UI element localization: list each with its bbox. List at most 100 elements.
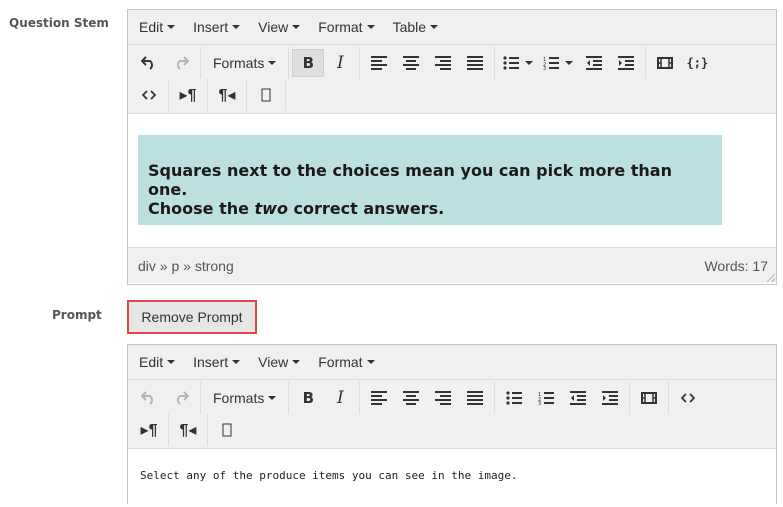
- align-left-icon: [371, 56, 388, 70]
- prompt-text: Select any of the produce items you can …: [140, 469, 518, 482]
- justify-icon: [467, 56, 484, 70]
- resize-handle[interactable]: [767, 274, 775, 282]
- align-right-icon: [435, 56, 452, 70]
- menu-insert[interactable]: Insert: [184, 15, 249, 39]
- justify-button[interactable]: [459, 49, 491, 77]
- question-stem-editor: Edit Insert View Format Table Formats B …: [127, 9, 777, 285]
- film-icon: [641, 392, 658, 404]
- formats-dropdown[interactable]: Formats: [204, 49, 285, 77]
- ltr-paragraph-icon: ▸¶: [140, 422, 158, 439]
- media-button[interactable]: [649, 49, 681, 77]
- align-left-button[interactable]: [363, 384, 395, 412]
- menu-format[interactable]: Format: [309, 350, 383, 374]
- content-area[interactable]: Squares next to the choices mean you can…: [128, 113, 776, 247]
- italic-button[interactable]: I: [324, 49, 356, 77]
- caret-down-icon: [565, 61, 574, 65]
- special-char-button[interactable]: [250, 81, 282, 109]
- caret-down-icon: [268, 61, 277, 65]
- align-right-button[interactable]: [427, 384, 459, 412]
- undo-icon: [141, 391, 153, 405]
- placeholder-box-icon: [261, 88, 271, 102]
- bullet-list-icon: [506, 391, 523, 405]
- menu-view-label: View: [258, 354, 289, 370]
- align-center-icon: [403, 391, 420, 405]
- bold-button[interactable]: B: [292, 384, 324, 412]
- menu-edit[interactable]: Edit: [130, 15, 184, 39]
- bullet-list-button[interactable]: [498, 49, 538, 77]
- caret-down-icon: [292, 360, 301, 364]
- bold-button[interactable]: B: [292, 49, 325, 77]
- caret-down-icon: [525, 61, 534, 65]
- align-right-icon: [435, 391, 452, 405]
- menu-insert[interactable]: Insert: [184, 350, 249, 374]
- callout-text-after: correct answers.: [287, 199, 445, 218]
- menu-view[interactable]: View: [249, 350, 309, 374]
- ltr-button[interactable]: ▸¶: [133, 416, 165, 444]
- caret-down-icon: [268, 396, 277, 400]
- menu-table[interactable]: Table: [384, 15, 447, 39]
- source-code-button[interactable]: [672, 384, 704, 412]
- formats-label: Formats: [213, 390, 265, 406]
- menu-format[interactable]: Format: [309, 15, 383, 39]
- rtl-paragraph-icon: ¶◂: [179, 422, 197, 439]
- numbered-list-button[interactable]: 123: [530, 384, 562, 412]
- align-left-button[interactable]: [363, 49, 395, 77]
- indent-icon: [618, 56, 635, 70]
- caret-down-icon: [292, 25, 301, 29]
- menu-edit-label: Edit: [139, 19, 164, 35]
- code-icon: [681, 393, 696, 403]
- align-left-icon: [371, 391, 388, 405]
- menu-format-label: Format: [318, 19, 363, 35]
- caret-down-icon: [430, 25, 439, 29]
- undo-icon: [141, 56, 153, 70]
- content-area[interactable]: Select any of the produce items you can …: [128, 448, 776, 504]
- template-button[interactable]: {;}: [681, 49, 713, 77]
- ltr-paragraph-icon: ▸¶: [179, 87, 197, 104]
- element-path[interactable]: div » p » strong: [138, 258, 234, 274]
- indent-button[interactable]: [610, 49, 642, 77]
- prompt-label: Prompt: [52, 308, 102, 322]
- align-center-button[interactable]: [395, 49, 427, 77]
- media-button[interactable]: [633, 384, 665, 412]
- numbered-list-button[interactable]: 123: [538, 49, 578, 77]
- align-center-button[interactable]: [395, 384, 427, 412]
- rtl-paragraph-icon: ¶◂: [218, 87, 236, 104]
- redo-icon: [177, 391, 189, 405]
- word-count: Words: 17: [704, 257, 768, 274]
- ltr-button[interactable]: ▸¶: [172, 81, 204, 109]
- svg-text:3: 3: [538, 401, 541, 405]
- menu-edit[interactable]: Edit: [130, 350, 184, 374]
- justify-button[interactable]: [459, 384, 491, 412]
- redo-button[interactable]: [165, 49, 197, 77]
- toolbar: Formats B I 123 {;} ▸¶ ¶◂: [128, 44, 776, 113]
- numbered-list-icon: 123: [543, 57, 560, 70]
- outdent-button[interactable]: [562, 384, 594, 412]
- special-char-button[interactable]: [211, 416, 243, 444]
- source-code-button[interactable]: [133, 81, 165, 109]
- caret-down-icon: [232, 25, 241, 29]
- redo-icon: [177, 56, 189, 70]
- rtl-button[interactable]: ¶◂: [211, 81, 243, 109]
- menu-view-label: View: [258, 19, 289, 35]
- prompt-editor: Edit Insert View Format Formats B I 1 2 …: [127, 344, 777, 504]
- indent-button[interactable]: [594, 384, 626, 412]
- bullet-list-button[interactable]: [498, 384, 530, 412]
- callout-text-before: Choose the: [148, 199, 255, 218]
- align-right-button[interactable]: [427, 49, 459, 77]
- italic-button[interactable]: I: [324, 384, 356, 412]
- statusbar: div » p » strong Words: 17: [128, 247, 776, 283]
- formats-dropdown[interactable]: Formats: [204, 384, 285, 412]
- indent-icon: [602, 391, 619, 405]
- outdent-button[interactable]: [578, 49, 610, 77]
- callout-line-1: Squares next to the choices mean you can…: [148, 161, 672, 199]
- numbered-list-icon: 123: [538, 392, 555, 405]
- outdent-icon: [586, 56, 603, 70]
- bullet-list-icon: [503, 56, 520, 70]
- remove-prompt-button[interactable]: Remove Prompt: [127, 300, 257, 334]
- undo-button[interactable]: [133, 49, 165, 77]
- menu-view[interactable]: View: [249, 15, 309, 39]
- undo-button[interactable]: [133, 384, 165, 412]
- redo-button[interactable]: [165, 384, 197, 412]
- menu-format-label: Format: [318, 354, 363, 370]
- rtl-button[interactable]: ¶◂: [172, 416, 204, 444]
